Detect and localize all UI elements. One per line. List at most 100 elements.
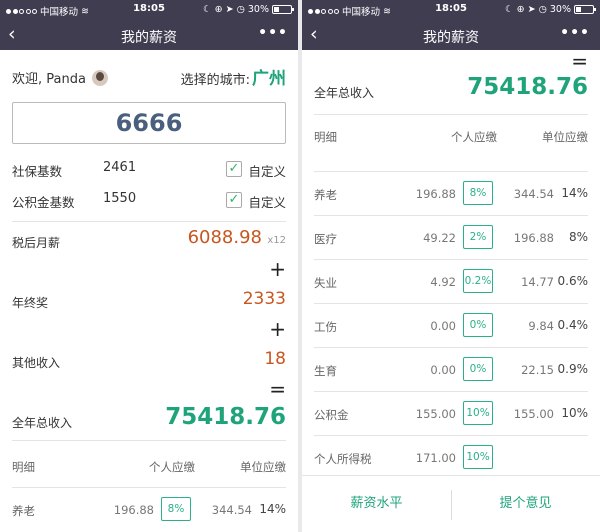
row-company: 344.54 bbox=[513, 187, 554, 201]
social-custom-checkbox[interactable]: ✓ bbox=[226, 161, 242, 177]
table-row: 失业 4.92 0.2% 14.77 0.6% bbox=[314, 259, 588, 303]
row-company: 155.00 bbox=[513, 407, 554, 421]
row-name: 公积金 bbox=[314, 408, 349, 422]
row-company: 196.88 bbox=[513, 231, 554, 245]
location-icon: ➤ bbox=[225, 4, 234, 15]
page-title: 我的薪资 bbox=[121, 30, 177, 46]
nav-bar: ‹ 我的薪资 ••• bbox=[0, 20, 298, 50]
social-base-value[interactable]: 2461 bbox=[103, 160, 136, 175]
welcome-row: 欢迎, Panda 选择的城市: 广州 bbox=[12, 50, 286, 102]
row-personal: 0.00 bbox=[430, 363, 456, 377]
bottom-bar: 薪资水平 提个意见 bbox=[302, 475, 600, 532]
other-income-label: 其他收入 bbox=[12, 356, 61, 370]
bonus-row: 年终奖 2333 bbox=[12, 282, 286, 316]
table-header: 明细 个人应缴 单位应缴 bbox=[314, 115, 588, 171]
status-bar: 中国移动 ≋ 18:05 ☾ ⊕ ➤ ◷ 30% bbox=[302, 0, 600, 20]
lock-rotation-icon: ⊕ bbox=[516, 4, 525, 15]
right-screen: 中国移动 ≋ 18:05 ☾ ⊕ ➤ ◷ 30% ‹ 我的薪资 ••• = 全年… bbox=[302, 0, 600, 532]
row-company: 14.77 bbox=[521, 275, 554, 289]
row-personal: 196.88 bbox=[415, 187, 456, 201]
table-row: 公积金 155.00 10% 155.00 10% bbox=[314, 391, 588, 435]
header-company: 单位应缴 bbox=[240, 460, 286, 474]
moon-icon: ☾ bbox=[203, 4, 212, 15]
row-name: 养老 bbox=[314, 188, 337, 202]
moon-icon: ☾ bbox=[505, 4, 514, 15]
row-personal: 171.00 bbox=[415, 451, 456, 465]
fund-base-row: 公积金基数 1550 ✓ 自定义 bbox=[12, 183, 286, 214]
social-base-label: 社保基数 bbox=[12, 164, 63, 179]
nav-bar: ‹ 我的薪资 ••• bbox=[302, 20, 600, 50]
city-name[interactable]: 广州 bbox=[252, 69, 286, 89]
equals-sign: = bbox=[269, 377, 286, 401]
social-custom-label: 自定义 bbox=[248, 164, 286, 179]
city-label: 选择的城市: bbox=[180, 73, 250, 88]
other-income-row: 其他收入 18 bbox=[12, 342, 286, 376]
row-name: 养老 bbox=[12, 504, 35, 518]
city-selector[interactable]: 选择的城市: 广州 bbox=[181, 64, 286, 89]
equals-sign: = bbox=[571, 49, 588, 73]
row-company-rate: 0.6% bbox=[557, 274, 589, 288]
row-company: 344.54 bbox=[211, 503, 252, 517]
row-name: 工伤 bbox=[314, 320, 337, 334]
row-rate-button[interactable]: 10% bbox=[463, 445, 493, 469]
row-name: 医疗 bbox=[314, 232, 337, 246]
table-row: 医疗 49.22 2% 196.88 8% bbox=[314, 215, 588, 259]
total-value: 75418.76 bbox=[165, 404, 286, 430]
row-personal: 49.22 bbox=[423, 231, 456, 245]
row-personal: 196.88 bbox=[113, 503, 154, 517]
row-name: 失业 bbox=[314, 276, 337, 290]
total-row: 全年总收入 75418.76 bbox=[12, 402, 286, 440]
row-company-rate: 14% bbox=[259, 502, 286, 516]
total-label: 全年总收入 bbox=[12, 416, 73, 430]
salary-input[interactable]: 6666 bbox=[12, 102, 286, 144]
row-company-rate: 14% bbox=[561, 186, 588, 200]
total-value: 75418.76 bbox=[467, 74, 588, 100]
plus-sign: + bbox=[269, 257, 286, 281]
row-personal: 155.00 bbox=[415, 407, 456, 421]
total-row: 全年总收入 75418.76 bbox=[314, 72, 588, 110]
more-icon[interactable]: ••• bbox=[258, 25, 288, 41]
row-rate-button[interactable]: 2% bbox=[463, 225, 493, 249]
lock-rotation-icon: ⊕ bbox=[214, 4, 223, 15]
fund-custom-checkbox[interactable]: ✓ bbox=[226, 192, 242, 208]
row-rate-button[interactable]: 0% bbox=[463, 357, 493, 381]
row-rate-button[interactable]: 0.2% bbox=[463, 269, 493, 293]
row-company: 9.84 bbox=[528, 319, 554, 333]
fund-base-value[interactable]: 1550 bbox=[103, 191, 136, 206]
battery-icon bbox=[272, 5, 294, 14]
header-personal: 个人应缴 bbox=[149, 460, 195, 474]
row-rate-button[interactable]: 0% bbox=[463, 313, 493, 337]
header-detail: 明细 bbox=[12, 460, 35, 474]
row-personal: 4.92 bbox=[430, 275, 456, 289]
after-tax-label: 税后月薪 bbox=[12, 236, 61, 250]
battery-icon bbox=[574, 5, 596, 14]
row-company-rate: 0.9% bbox=[557, 362, 589, 376]
row-company-rate: 10% bbox=[561, 406, 588, 420]
row-rate-button[interactable]: 10% bbox=[463, 401, 493, 425]
table-row: 养老 196.88 8% 344.54 14% bbox=[314, 171, 588, 215]
bonus-label: 年终奖 bbox=[12, 296, 49, 310]
salary-level-button[interactable]: 薪资水平 bbox=[302, 476, 451, 532]
location-icon: ➤ bbox=[527, 4, 536, 15]
status-bar: 中国移动 ≋ 18:05 ☾ ⊕ ➤ ◷ 30% bbox=[0, 0, 298, 20]
other-income-value[interactable]: 18 bbox=[264, 349, 286, 369]
battery-percent: 30% bbox=[247, 4, 269, 15]
more-icon[interactable]: ••• bbox=[560, 25, 590, 41]
alarm-icon: ◷ bbox=[236, 4, 245, 15]
feedback-button[interactable]: 提个意见 bbox=[451, 476, 600, 532]
total-label: 全年总收入 bbox=[314, 86, 375, 100]
plus-sign: + bbox=[269, 317, 286, 341]
detail-table: 养老 196.88 8% 344.54 14% 医疗 49.22 2% 196.88 8% 失业 4.… bbox=[314, 171, 588, 479]
table-row: 生育 0.00 0% 22.15 0.9% bbox=[314, 347, 588, 391]
fund-custom-label: 自定义 bbox=[248, 195, 286, 210]
welcome-text: 欢迎, Panda bbox=[12, 72, 86, 87]
row-rate-button[interactable]: 8% bbox=[463, 181, 493, 205]
row-name: 个人所得税 bbox=[314, 452, 372, 466]
avatar[interactable] bbox=[91, 69, 108, 86]
page-title: 我的薪资 bbox=[423, 30, 479, 46]
row-rate-button[interactable]: 8% bbox=[161, 497, 191, 521]
after-tax-multiplier: x12 bbox=[267, 235, 286, 246]
header-personal: 个人应缴 bbox=[451, 130, 497, 144]
bonus-value[interactable]: 2333 bbox=[243, 289, 286, 309]
header-company: 单位应缴 bbox=[542, 130, 588, 144]
